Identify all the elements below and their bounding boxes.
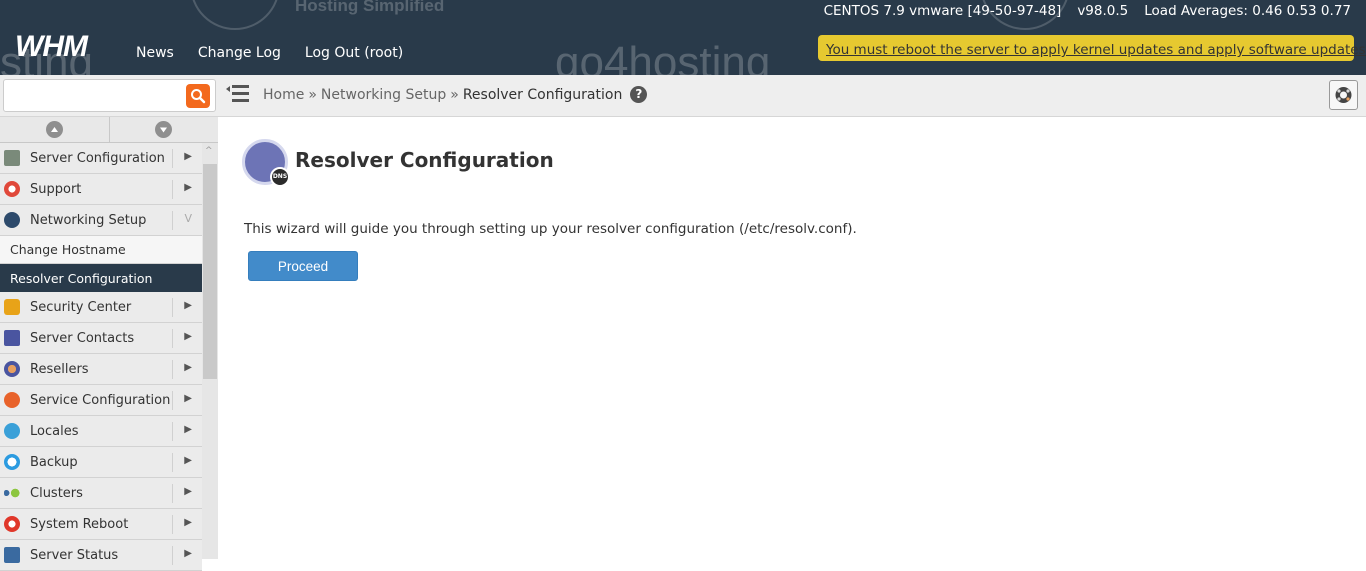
breadcrumb-separator: »: [308, 86, 317, 103]
search-icon: [191, 89, 206, 104]
sidebar-scroll-buttons: [0, 117, 218, 143]
lifesaver-icon: [1335, 87, 1352, 103]
help-icon[interactable]: ?: [630, 86, 648, 103]
scroll-up-arrow-icon[interactable]: ^: [205, 146, 213, 156]
page-title: Resolver Configuration: [295, 148, 554, 172]
breadcrumb-home[interactable]: Home: [263, 87, 304, 103]
lock-icon: [4, 299, 20, 315]
expand-arrow-icon[interactable]: ▶: [184, 424, 192, 435]
expand-arrow-icon[interactable]: ▶: [184, 331, 192, 342]
load-averages: Load Averages: 0.46 0.53 0.77: [1144, 3, 1351, 19]
expand-arrow-icon[interactable]: ▶: [184, 393, 192, 404]
dns-badge: DNS: [270, 167, 290, 187]
top-nav: News Change Log Log Out (root): [136, 45, 403, 61]
scrollbar-thumb[interactable]: [203, 164, 217, 379]
lifebuoy-icon: [4, 181, 20, 197]
reboot-notice: You must reboot the server to apply kern…: [818, 35, 1366, 61]
network-icon: [4, 212, 20, 228]
search-box: [3, 79, 216, 112]
os-info: CENTOS 7.9 vmware [49-50-97-48]: [823, 3, 1062, 19]
sidebar-item-label: Server Contacts: [30, 330, 135, 346]
whm-logo[interactable]: WHM: [15, 30, 88, 64]
status-icon: [4, 547, 20, 563]
expand-arrow-icon[interactable]: ▶: [184, 151, 192, 162]
expand-arrow-icon[interactable]: ▶: [184, 548, 192, 559]
sidebar-item-label: Clusters: [30, 485, 83, 501]
sidebar-item-label: Security Center: [30, 299, 132, 315]
sidebar-item-label: Networking Setup: [30, 212, 147, 228]
reboot-notice-link[interactable]: You must reboot the server to apply kern…: [826, 42, 1366, 58]
chat-icon: [4, 423, 20, 439]
scroll-down-button[interactable]: [110, 117, 219, 142]
breadcrumb: Home » Networking Setup » Resolver Confi…: [263, 86, 648, 103]
collapse-menu-icon: [226, 85, 249, 102]
watermark-brand: go4hosting: [555, 38, 771, 75]
power-icon: [4, 516, 20, 532]
contacts-icon: [4, 330, 20, 346]
proceed-button[interactable]: Proceed: [248, 251, 358, 281]
expand-arrow-icon[interactable]: ▶: [184, 300, 192, 311]
sidebar-item-security-center[interactable]: Security Center ▶: [0, 292, 202, 323]
sidebar-item-label: Locales: [30, 423, 79, 439]
sidebar: Server Configuration ▶ Support ▶ Network…: [0, 117, 218, 571]
collapse-arrow-icon[interactable]: V: [184, 212, 192, 225]
expand-arrow-icon[interactable]: ▶: [184, 486, 192, 497]
breadcrumb-networking-setup[interactable]: Networking Setup: [321, 87, 446, 103]
sidebar-item-support[interactable]: Support ▶: [0, 174, 202, 205]
expand-arrow-icon[interactable]: ▶: [184, 362, 192, 373]
wrench-icon: [4, 392, 20, 408]
sidebar-item-locales[interactable]: Locales ▶: [0, 416, 202, 447]
main-content: DNS Resolver Configuration This wizard w…: [218, 117, 1366, 559]
nav-change-log[interactable]: Change Log: [198, 45, 281, 61]
scroll-up-button[interactable]: [0, 117, 110, 142]
sidebar-nav: Server Configuration ▶ Support ▶ Network…: [0, 143, 202, 571]
watermark-tagline: Hosting Simplified: [295, 0, 445, 15]
arrow-down-icon: [155, 121, 173, 138]
sidebar-item-label: Resellers: [30, 361, 89, 377]
expand-arrow-icon[interactable]: ▶: [184, 517, 192, 528]
sidebar-item-label: System Reboot: [30, 516, 129, 532]
breadcrumb-current: Resolver Configuration: [462, 86, 623, 103]
watermark-ring: [190, 0, 280, 30]
system-info: CENTOS 7.9 vmware [49-50-97-48] v98.0.5 …: [824, 3, 1351, 19]
sidebar-scrollbar[interactable]: ^: [202, 143, 218, 559]
sidebar-item-server-configuration[interactable]: Server Configuration ▶: [0, 143, 202, 174]
tag-icon: [4, 361, 20, 377]
top-header: Hosting Simplified sting go4hosting WHM …: [0, 0, 1366, 75]
sidebar-item-label: Server Status: [30, 547, 119, 563]
sidebar-item-server-status[interactable]: Server Status ▶: [0, 540, 202, 571]
search-button[interactable]: [186, 84, 210, 108]
sidebar-item-server-contacts[interactable]: Server Contacts ▶: [0, 323, 202, 354]
clusters-icon: [4, 485, 20, 501]
sidebar-item-label: Support: [30, 181, 82, 197]
search-input[interactable]: [4, 80, 179, 110]
sidebar-subitem-change-hostname[interactable]: Change Hostname: [0, 236, 202, 264]
backup-icon: [4, 454, 20, 470]
breadcrumb-separator: »: [450, 86, 459, 103]
sidebar-item-clusters[interactable]: Clusters ▶: [0, 478, 202, 509]
nav-news[interactable]: News: [136, 45, 174, 61]
expand-arrow-icon[interactable]: ▶: [184, 182, 192, 193]
breadcrumb-bar: Home » Networking Setup » Resolver Confi…: [0, 75, 1366, 117]
sidebar-item-label: Backup: [30, 454, 78, 470]
sidebar-item-resellers[interactable]: Resellers ▶: [0, 354, 202, 385]
arrow-up-icon: [45, 121, 63, 138]
sidebar-item-label: Service Configuration: [30, 392, 171, 408]
sidebar-item-backup[interactable]: Backup ▶: [0, 447, 202, 478]
nav-log-out[interactable]: Log Out (root): [305, 45, 403, 61]
sidebar-item-service-configuration[interactable]: Service Configuration ▶: [0, 385, 202, 416]
resolver-config-icon: DNS: [242, 139, 290, 187]
sidebar-item-networking-setup[interactable]: Networking Setup V: [0, 205, 202, 236]
page-description: This wizard will guide you through setti…: [244, 221, 857, 237]
sidebar-item-label: Server Configuration: [30, 150, 165, 166]
server-config-icon: [4, 150, 20, 166]
menu-toggle-button[interactable]: [226, 84, 250, 104]
sidebar-item-system-reboot[interactable]: System Reboot ▶: [0, 509, 202, 540]
version-info: v98.0.5: [1077, 3, 1129, 19]
sidebar-subitem-resolver-configuration[interactable]: Resolver Configuration: [0, 264, 202, 292]
expand-arrow-icon[interactable]: ▶: [184, 455, 192, 466]
support-button[interactable]: [1329, 80, 1358, 110]
